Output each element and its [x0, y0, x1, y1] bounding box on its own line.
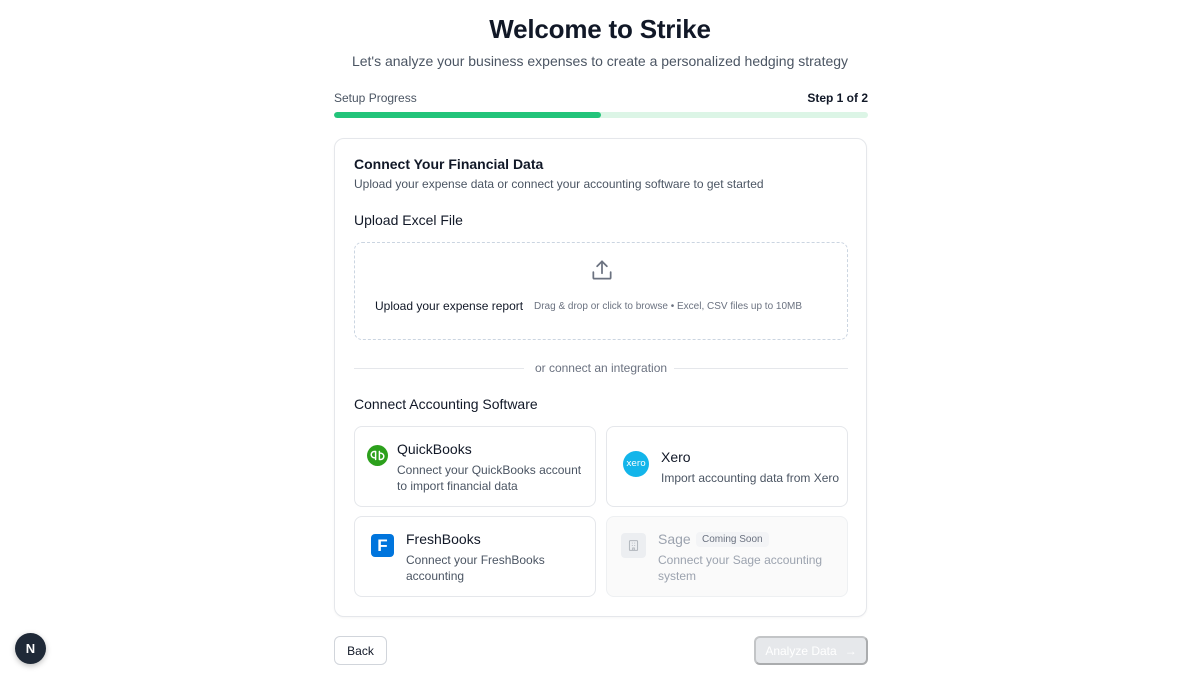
freshbooks-logo-text: F: [377, 535, 388, 555]
building-icon: [621, 533, 646, 558]
progress-label: Setup Progress: [334, 91, 417, 105]
quickbooks-logo-icon: [367, 445, 388, 466]
dropzone-hint: Drag & drop or click to browse • Excel, …: [534, 301, 803, 312]
dropzone-title: Upload your expense report: [375, 299, 524, 313]
page-title: Welcome to Strike: [489, 14, 711, 44]
back-button[interactable]: Back: [334, 636, 387, 665]
integration-name: Xero: [661, 449, 691, 465]
integrations-section-title: Connect Accounting Software: [354, 396, 538, 412]
card-description: Upload your expense data or connect your…: [354, 177, 764, 191]
integration-description-line: Connect your Sage accounting: [658, 553, 823, 567]
progress-bar: [334, 112, 868, 118]
progress-step: Step 1 of 2: [807, 91, 868, 105]
integration-description-line: accounting: [406, 569, 465, 583]
integration-name: FreshBooks: [406, 531, 481, 547]
financial-data-card: Connect Your Financial Data Upload your …: [334, 138, 867, 617]
integration-name: QuickBooks: [397, 441, 472, 457]
progress-bar-fill: [334, 112, 601, 118]
nextjs-badge-letter: N: [25, 641, 36, 656]
analyze-data-button[interactable]: Analyze Data →: [754, 636, 868, 665]
integration-description: Connect your QuickBooks account to impor…: [397, 462, 581, 494]
nextjs-icon[interactable]: N: [15, 633, 46, 664]
arrow-right-icon: →: [844, 643, 857, 658]
analyze-button-label: Analyze Data: [765, 643, 837, 658]
divider-line-right: [674, 368, 848, 369]
integration-quickbooks[interactable]: QuickBooks Connect your QuickBooks accou…: [354, 426, 596, 507]
integration-xero[interactable]: xero Xero Import accounting data from Xe…: [606, 426, 848, 507]
page-subtitle: Let's analyze your business expenses to …: [351, 53, 849, 69]
integration-description-line: Connect your QuickBooks account: [397, 463, 582, 477]
upload-icon: [592, 260, 612, 280]
integration-freshbooks[interactable]: F FreshBooks Connect your FreshBooks acc…: [354, 516, 596, 597]
progress-header: Setup Progress Step 1 of 2: [334, 91, 868, 105]
upload-section-title: Upload Excel File: [354, 212, 463, 228]
integration-description: Connect your Sage accounting system: [658, 552, 822, 584]
onboarding-page: Welcome to Strike Let's analyze your bus…: [0, 0, 1200, 678]
integration-description-line: Import accounting data from Xero: [661, 471, 840, 485]
integration-description: Connect your FreshBooks accounting: [406, 552, 545, 584]
integration-description-line: system: [658, 569, 697, 583]
integration-description: Import accounting data from Xero: [661, 470, 839, 486]
file-dropzone[interactable]: Upload your expense report Drag & drop o…: [354, 242, 848, 340]
integration-name: Sage: [658, 531, 691, 547]
integration-description-line: to import financial data: [397, 479, 518, 493]
xero-logo-text: xero: [626, 459, 646, 469]
integration-sage: Sage Coming Soon Connect your Sage accou…: [606, 516, 848, 597]
or-divider: or connect an integration: [354, 361, 848, 375]
coming-soon-badge: Coming Soon: [696, 532, 769, 547]
card-title: Connect Your Financial Data: [354, 156, 544, 172]
xero-logo-icon: xero: [623, 451, 649, 477]
integration-description-line: Connect your FreshBooks: [406, 553, 545, 567]
freshbooks-logo-icon: F: [371, 534, 394, 557]
